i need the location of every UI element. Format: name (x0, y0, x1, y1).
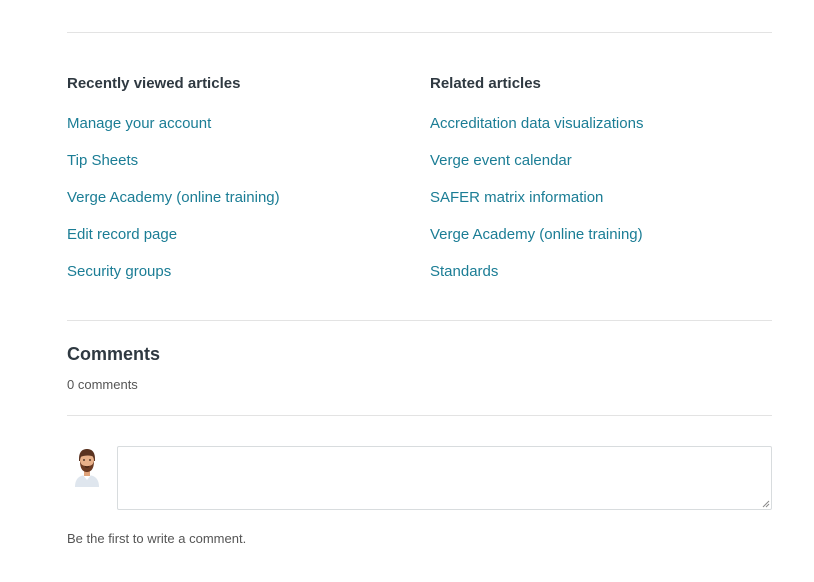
divider-top (67, 32, 772, 33)
related-article-link[interactable]: Verge event calendar (430, 152, 572, 169)
recent-article-link[interactable]: Manage your account (67, 115, 211, 132)
recently-viewed-heading: Recently viewed articles (67, 75, 241, 92)
related-articles-list: Accreditation data visualizations Verge … (430, 115, 643, 300)
list-item: Verge Academy (online training) (67, 189, 280, 226)
list-item: Verge Academy (online training) (430, 226, 643, 263)
related-article-link[interactable]: Accreditation data visualizations (430, 115, 643, 132)
list-item: Manage your account (67, 115, 280, 152)
recent-article-link[interactable]: Tip Sheets (67, 152, 138, 169)
article-footer: Recently viewed articles Manage your acc… (0, 0, 814, 582)
recent-article-link[interactable]: Edit record page (67, 226, 177, 243)
related-articles-section: Related articles Accreditation data visu… (430, 75, 643, 300)
related-article-link[interactable]: Standards (430, 263, 498, 280)
related-article-link[interactable]: SAFER matrix information (430, 189, 603, 206)
divider-comment-form (67, 415, 772, 416)
empty-comments-message: Be the first to write a comment. (67, 531, 247, 546)
list-item: SAFER matrix information (430, 189, 643, 226)
list-item: Verge event calendar (430, 152, 643, 189)
recent-article-link[interactable]: Verge Academy (online training) (67, 189, 280, 206)
list-item: Security groups (67, 263, 280, 300)
list-item: Edit record page (67, 226, 280, 263)
resize-grip-icon[interactable] (762, 500, 770, 508)
divider-comments (67, 320, 772, 321)
recently-viewed-section: Recently viewed articles Manage your acc… (67, 75, 280, 300)
recently-viewed-list: Manage your account Tip Sheets Verge Aca… (67, 115, 280, 300)
comment-input[interactable] (117, 446, 772, 510)
comments-title: Comments (67, 344, 161, 364)
related-articles-heading: Related articles (430, 75, 541, 92)
recent-article-link[interactable]: Security groups (67, 263, 171, 280)
list-item: Accreditation data visualizations (430, 115, 643, 152)
list-item: Tip Sheets (67, 152, 280, 189)
user-avatar-icon (71, 447, 103, 487)
related-article-link[interactable]: Verge Academy (online training) (430, 226, 643, 243)
comments-count: 0 comments (67, 377, 138, 392)
list-item: Standards (430, 263, 643, 300)
